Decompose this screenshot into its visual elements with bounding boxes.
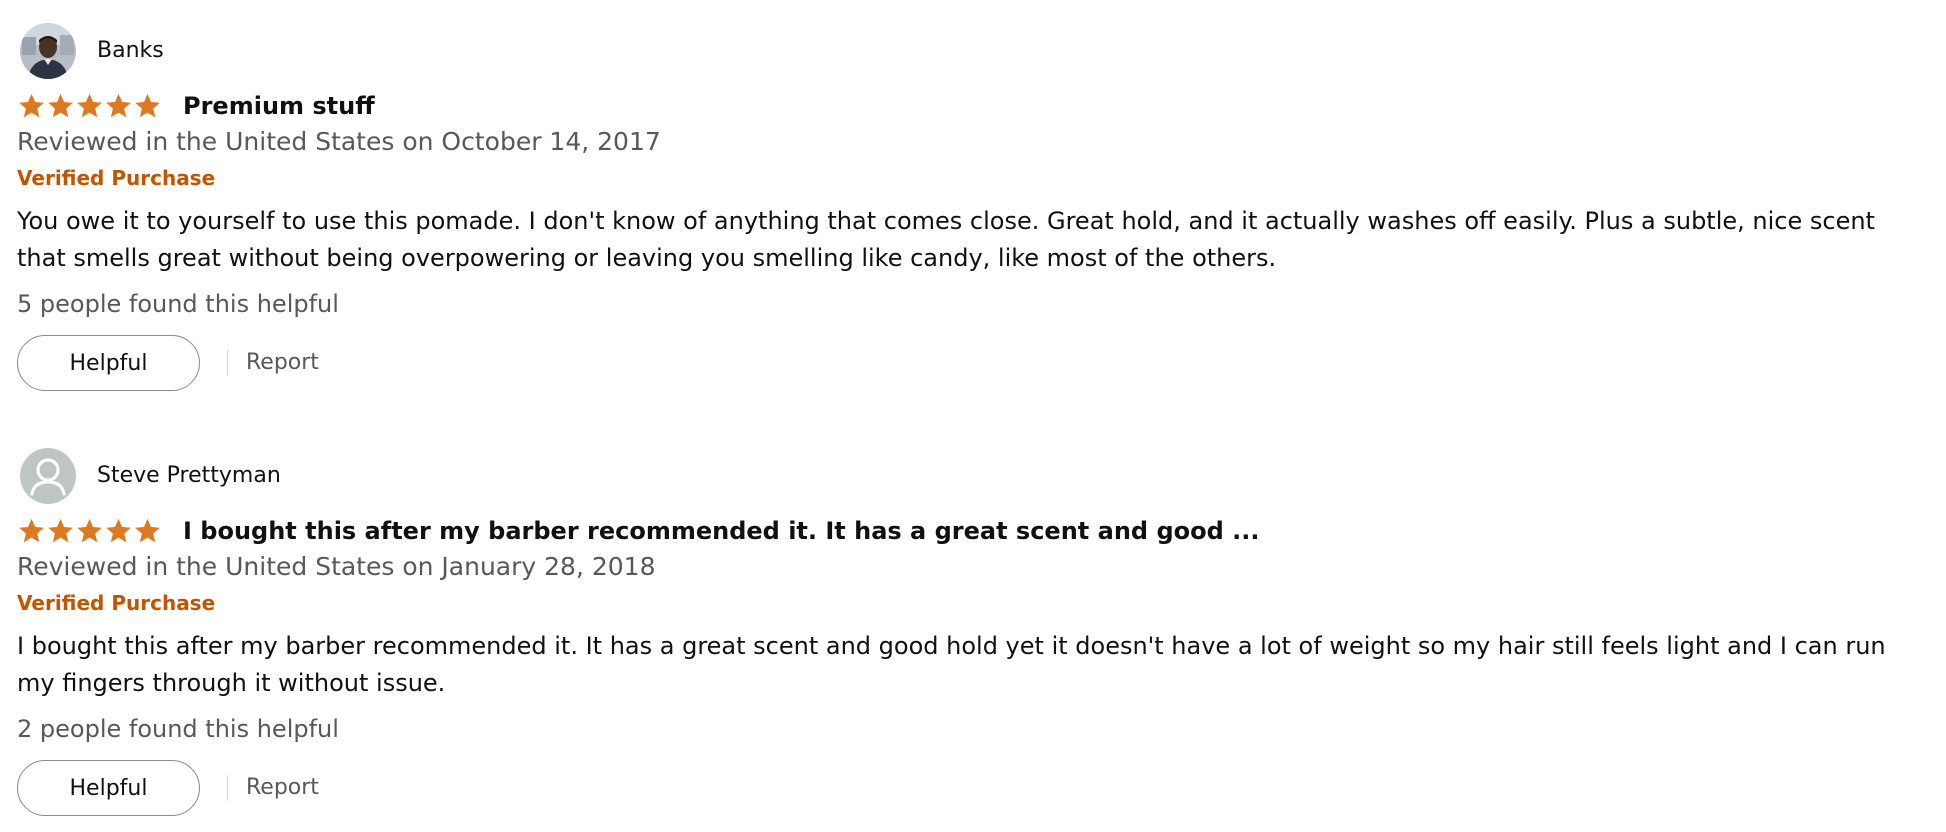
helpful-button[interactable]: Helpful	[17, 760, 200, 816]
review: Banks Premium stuff Reviewed in the Unit…	[17, 22, 1917, 391]
review-title[interactable]: Premium stuff	[183, 91, 375, 121]
helpful-count: 2 people found this helpful	[17, 715, 339, 743]
star-icon	[19, 518, 44, 543]
star-icon	[135, 518, 160, 543]
reviewer-profile[interactable]: Steve Prettyman	[20, 447, 1917, 505]
review: Steve Prettyman I bought this after my b…	[17, 447, 1917, 816]
divider	[227, 350, 228, 376]
helpful-button[interactable]: Helpful	[17, 335, 200, 391]
review-title-row: I bought this after my barber recommende…	[17, 512, 1917, 550]
star-icon	[77, 93, 102, 118]
star-rating[interactable]	[17, 517, 163, 545]
helpful-count: 5 people found this helpful	[17, 290, 339, 318]
star-icon	[48, 518, 73, 543]
star-icon	[135, 93, 160, 118]
reviewer-name[interactable]: Steve Prettyman	[97, 462, 281, 490]
star-rating[interactable]	[17, 92, 163, 120]
star-icon	[77, 518, 102, 543]
default-avatar-icon	[20, 448, 76, 504]
review-body: I bought this after my barber recommende…	[17, 632, 1886, 697]
review-date: Reviewed in the United States on October…	[17, 127, 661, 156]
avatar	[20, 448, 76, 504]
review-actions: Helpful Report	[17, 760, 1917, 816]
review-title-row: Premium stuff	[17, 87, 1917, 125]
star-icon	[48, 93, 73, 118]
review-title[interactable]: I bought this after my barber recommende…	[183, 516, 1259, 546]
star-icon	[106, 518, 131, 543]
review-body: You owe it to yourself to use this pomad…	[17, 207, 1875, 272]
review-actions: Helpful Report	[17, 335, 1917, 391]
avatar-photo-icon	[20, 23, 76, 79]
verified-purchase-badge: Verified Purchase	[17, 166, 216, 190]
avatar	[20, 23, 76, 79]
reviewer-name[interactable]: Banks	[97, 37, 164, 65]
review-date: Reviewed in the United States on January…	[17, 552, 656, 581]
divider	[227, 775, 228, 801]
star-icon	[19, 93, 44, 118]
reviewer-profile[interactable]: Banks	[20, 22, 1917, 80]
verified-purchase-badge: Verified Purchase	[17, 591, 216, 615]
star-icon	[106, 93, 131, 118]
report-link[interactable]: Report	[246, 774, 319, 802]
report-link[interactable]: Report	[246, 349, 319, 377]
